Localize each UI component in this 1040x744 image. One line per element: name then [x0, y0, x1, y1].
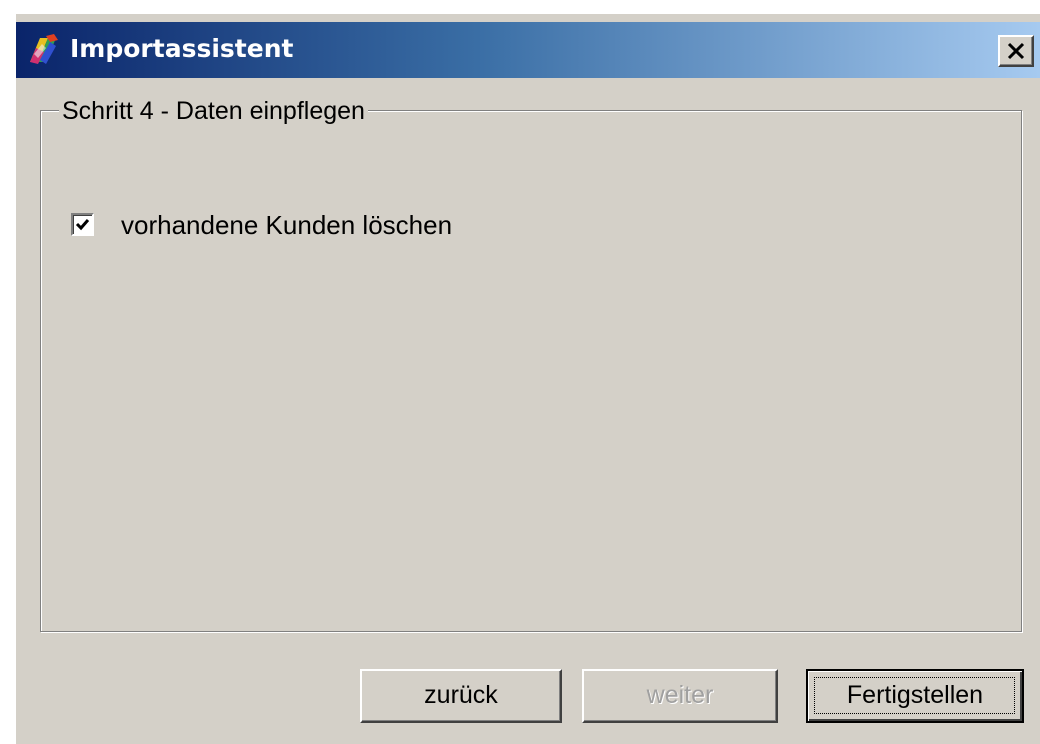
focus-rectangle: [814, 677, 1015, 714]
next-button[interactable]: weiter: [582, 669, 778, 723]
back-button[interactable]: zurück: [360, 669, 562, 723]
step-title: Schritt 4 - Daten einpflegen: [59, 96, 368, 126]
checkbox-label[interactable]: vorhandene Kunden löschen: [121, 209, 452, 241]
finish-button[interactable]: Fertigstellen: [806, 669, 1024, 723]
close-icon: [1007, 42, 1025, 60]
close-button[interactable]: [998, 35, 1034, 67]
title-bar[interactable]: Importassistent: [16, 22, 1040, 78]
checkmark-icon: [75, 219, 90, 231]
window-title: Importassistent: [70, 34, 294, 63]
step-groupbox: Schritt 4 - Daten einpflegen vorhandene …: [40, 96, 1022, 632]
import-wizard-dialog: Importassistent Schritt 4 - Daten einpfl…: [14, 12, 1040, 744]
checkbox-box[interactable]: [71, 213, 94, 236]
import-wizard-icon: [30, 34, 58, 64]
